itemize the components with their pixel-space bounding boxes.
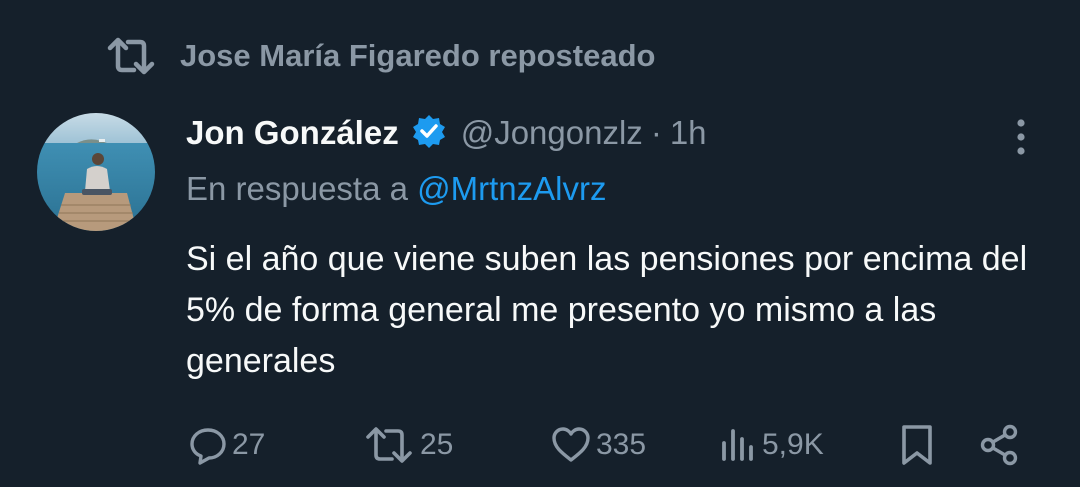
author-name[interactable]: Jon González: [186, 114, 399, 152]
repost-icon: [364, 425, 416, 465]
heart-icon: [550, 425, 592, 465]
tweet-text: Si el año que viene suben las pensiones …: [186, 240, 1028, 380]
reply-count: 27: [232, 428, 266, 461]
reply-prefix: En respuesta a: [186, 170, 408, 207]
repost-button[interactable]: 25: [364, 420, 453, 470]
analytics-icon: [718, 425, 758, 465]
reply-mention-link[interactable]: @MrtnzAlvrz: [417, 170, 606, 207]
timestamp[interactable]: 1h: [670, 114, 707, 152]
author-handle[interactable]: @Jongonzlz: [461, 114, 643, 152]
reply-context: En respuesta a @MrtnzAlvrz: [186, 170, 607, 208]
repost-count: 25: [420, 428, 454, 461]
repost-indicator: Jose María Figaredo reposteado: [106, 34, 655, 78]
tweet-header: Jon González @Jongonzlz · 1h: [186, 108, 707, 158]
share-button[interactable]: [978, 420, 1022, 470]
bookmark-icon: [898, 423, 936, 467]
avatar[interactable]: [37, 113, 155, 231]
repost-label[interactable]: Jose María Figaredo reposteado: [180, 38, 655, 74]
tweet-card[interactable]: Jose María Figaredo reposteado Jon Gonzá…: [0, 0, 1080, 487]
verified-badge-icon: [411, 113, 447, 154]
like-button[interactable]: 335: [550, 420, 646, 470]
reply-button[interactable]: 27: [188, 420, 265, 470]
views-button[interactable]: 5,9K: [718, 420, 824, 470]
reply-icon: [188, 425, 228, 465]
more-options-icon[interactable]: [1004, 116, 1038, 158]
like-count: 335: [596, 428, 647, 461]
repost-icon: [106, 36, 156, 76]
action-bar: 27 25 335 5,9K: [0, 420, 1080, 470]
views-count: 5,9K: [762, 428, 824, 461]
separator: ·: [650, 114, 662, 151]
bookmark-button[interactable]: [898, 420, 936, 470]
share-icon: [978, 423, 1022, 467]
